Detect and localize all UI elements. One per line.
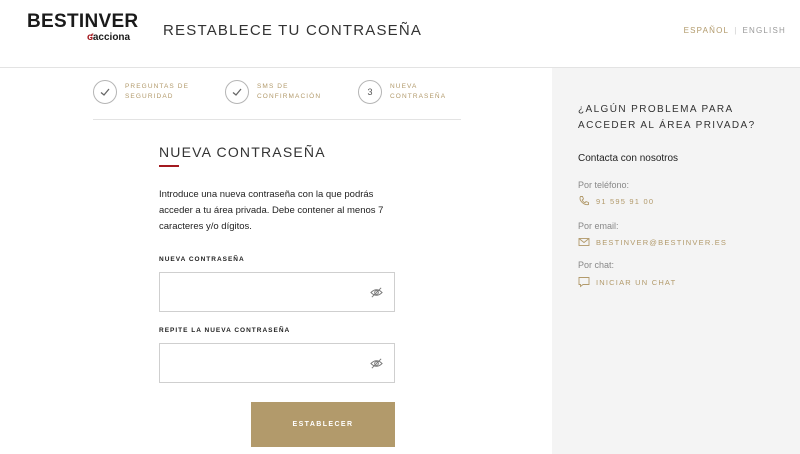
acciona-wordmark: ʛacciona	[87, 32, 131, 43]
page-title: RESTABLECE TU CONTRASEÑA	[163, 22, 423, 39]
step-1-label-line2: SEGURIDAD	[125, 93, 174, 100]
step-sms: SMS DE CONFIRMACIÓN	[225, 80, 327, 104]
mail-icon	[578, 238, 590, 246]
phone-label: Por teléfono:	[578, 180, 630, 190]
lang-divider: |	[734, 26, 738, 35]
chat-icon	[578, 277, 590, 288]
help-question: ¿ALGÚN PROBLEMA PARA ACCEDER AL ÁREA PRI…	[578, 104, 756, 131]
phone-number: 91 595 91 00	[596, 196, 655, 206]
step-3-label-line1: NUEVA	[390, 83, 418, 90]
lang-en[interactable]: ENGLISH	[742, 26, 786, 35]
step-2-circle	[225, 80, 249, 104]
step-2-label-line2: CONFIRMACIÓN	[257, 93, 322, 100]
eye-off-icon[interactable]	[370, 357, 383, 370]
top-header: BESTINVER ʛacciona RESTABLECE TU CONTRAS…	[0, 0, 800, 68]
language-switcher: ESPAÑOL | ENGLISH	[684, 26, 786, 35]
chat-label: Por chat:	[578, 260, 615, 270]
step-1-label-line1: PREGUNTAS DE	[125, 83, 190, 90]
step-3-label-line2: CONTRASEÑA	[390, 93, 447, 100]
step-2-label: SMS DE CONFIRMACIÓN	[257, 82, 327, 102]
form-title: NUEVA CONTRASEÑA	[159, 144, 326, 160]
progress-steps: PREGUNTAS DE SEGURIDAD SMS DE CONFIRMACI…	[93, 80, 461, 120]
new-password-field	[159, 272, 395, 312]
help-sidebar: ¿ALGÚN PROBLEMA PARA ACCEDER AL ÁREA PRI…	[552, 68, 800, 454]
new-password-label: NUEVA CONTRASEÑA	[159, 256, 245, 263]
chat-text: INICIAR UN CHAT	[596, 277, 677, 287]
check-icon	[232, 88, 242, 96]
submit-button[interactable]: ESTABLECER	[251, 402, 395, 447]
bestinver-logo[interactable]: BESTINVER ʛacciona	[27, 11, 139, 44]
logo-wordmark: BESTINVER	[27, 11, 139, 32]
phone-link[interactable]: 91 595 91 00	[578, 195, 654, 207]
repeat-password-field	[159, 343, 395, 383]
phone-icon	[579, 196, 589, 206]
acciona-text: acciona	[92, 32, 131, 43]
step-new-password: 3 NUEVA CONTRASEÑA	[358, 80, 460, 104]
step-security-questions: PREGUNTAS DE SEGURIDAD	[93, 80, 195, 104]
step-3-label: NUEVA CONTRASEÑA	[390, 82, 460, 102]
step-1-label: PREGUNTAS DE SEGURIDAD	[125, 82, 195, 102]
email-label: Por email:	[578, 221, 619, 231]
eye-off-icon[interactable]	[370, 286, 383, 299]
title-underline	[159, 165, 179, 167]
email-link[interactable]: BESTINVER@BESTINVER.ES	[578, 236, 727, 248]
step-2-label-line1: SMS DE	[257, 83, 289, 90]
new-password-input[interactable]	[160, 273, 394, 311]
step-3-circle: 3	[358, 80, 382, 104]
repeat-password-input[interactable]	[160, 344, 394, 382]
chat-link[interactable]: INICIAR UN CHAT	[578, 276, 676, 288]
step-1-circle	[93, 80, 117, 104]
check-icon	[100, 88, 110, 96]
contact-title: Contacta con nosotros	[578, 153, 679, 164]
lang-es[interactable]: ESPAÑOL	[684, 26, 730, 35]
email-address: BESTINVER@BESTINVER.ES	[596, 237, 728, 247]
repeat-password-label: REPITE LA NUEVA CONTRASEÑA	[159, 327, 291, 334]
form-description: Introduce una nueva contraseña con la qu…	[159, 189, 384, 232]
